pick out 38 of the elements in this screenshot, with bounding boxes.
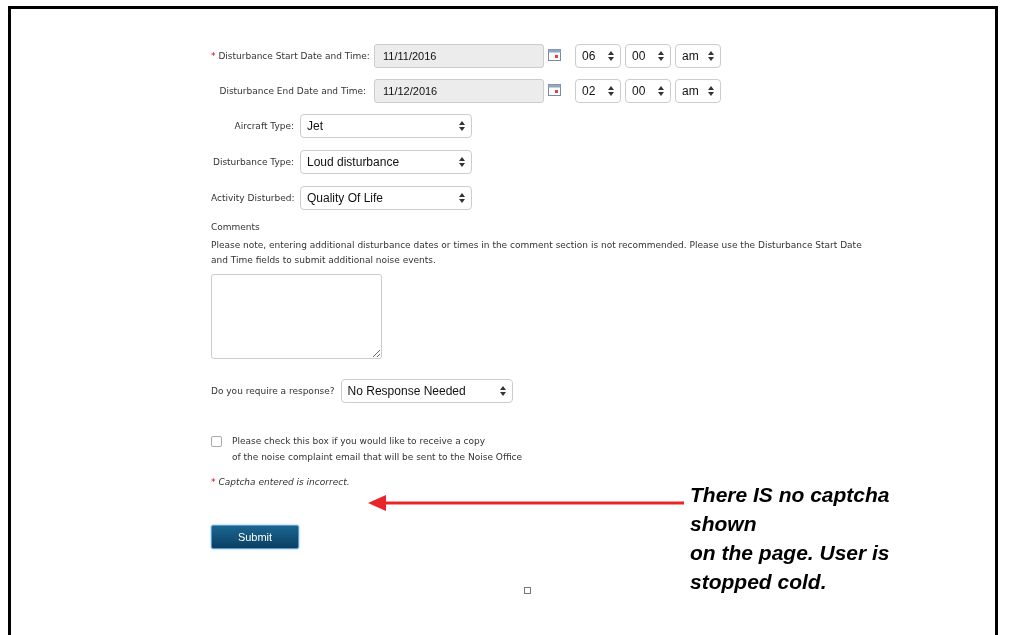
dropdown[interactable]: 00 xyxy=(625,79,671,103)
dropdown[interactable]: No Response Needed xyxy=(340,379,513,403)
calendar-icon[interactable] xyxy=(548,84,561,98)
stepper-icon xyxy=(459,121,465,131)
stepper-icon xyxy=(459,157,465,167)
comments-field[interactable] xyxy=(211,274,382,359)
dropdown[interactable]: Jet xyxy=(300,114,472,138)
submit-button[interactable]: Submit xyxy=(211,525,299,549)
dropdown[interactable]: 00 xyxy=(625,44,671,68)
field-label: Aircraft Type: xyxy=(233,121,294,131)
help-text: Please note, entering additional disturbance dates or times in the comment section is not recommended. Please use the Disturbance Start Date and Time fields to submit additional noise events. xyxy=(211,239,863,267)
field-label: Do you require a response? xyxy=(211,386,335,396)
date-field[interactable]: 11/11/2016 xyxy=(374,44,544,68)
field-label: Activity Disturbed: xyxy=(211,193,294,203)
stepper-icon xyxy=(708,86,714,96)
dropdown[interactable]: am xyxy=(675,44,721,68)
stepper-icon xyxy=(499,386,506,396)
dropdown[interactable]: 06 xyxy=(575,44,621,68)
stepper-icon xyxy=(608,51,614,61)
checkbox[interactable] xyxy=(211,436,222,447)
annotation-text: There IS no captcha shown on the page. User is stopped cold. xyxy=(690,482,890,595)
stepper-icon xyxy=(658,86,664,96)
field-label: Comments xyxy=(211,222,261,232)
checkbox-label: Please check this box if you would like to receive a copy of the noise complaint email that will be sent to the Noise Office xyxy=(232,435,523,464)
date-field[interactable]: 11/12/2016 xyxy=(374,79,544,103)
dropdown[interactable]: Quality Of Life xyxy=(300,186,472,210)
dropdown[interactable]: am xyxy=(675,79,721,103)
field-label: Disturbance Type: xyxy=(211,157,294,167)
field-label: Disturbance End Date and Time: xyxy=(218,86,366,96)
stepper-icon xyxy=(658,51,664,61)
square-icon xyxy=(524,587,531,594)
dropdown[interactable]: 02 xyxy=(575,79,621,103)
stepper-icon xyxy=(708,51,714,61)
stepper-icon xyxy=(459,193,465,203)
stepper-icon xyxy=(608,86,614,96)
calendar-icon[interactable] xyxy=(548,49,561,63)
error-message: * Captcha entered is incorrect. xyxy=(211,477,351,487)
dropdown[interactable]: Loud disturbance xyxy=(300,150,472,174)
